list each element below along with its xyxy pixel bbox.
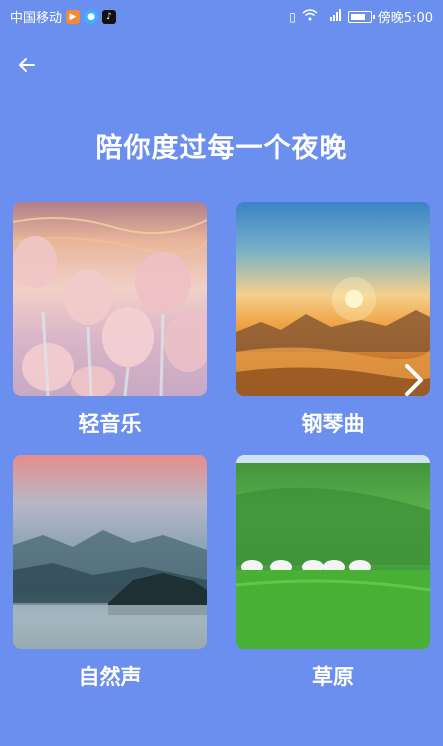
wifi-icon <box>302 9 318 24</box>
next-button[interactable] <box>398 362 430 398</box>
video-app-icon: ▶ <box>66 9 81 24</box>
lake-image <box>13 455 207 649</box>
page-title: 陪你度过每一个夜晚 <box>95 133 348 164</box>
tulips-image <box>13 202 207 396</box>
status-right: ▯ 傍晚5:00 <box>289 7 433 26</box>
category-card-nature[interactable]: 自然声 <box>13 455 207 691</box>
cell-signal-icon <box>324 9 342 24</box>
category-card-grassland[interactable]: 草原 <box>236 455 430 691</box>
grassland-image <box>236 455 430 649</box>
tiktok-app-icon: ♪ <box>102 9 117 24</box>
battery-icon <box>347 10 375 23</box>
card-label: 钢琴曲 <box>301 412 365 436</box>
category-card-piano[interactable]: 钢琴曲 <box>236 202 430 438</box>
carrier-name: 中国移动 <box>10 11 63 26</box>
card-label: 草原 <box>312 665 354 689</box>
vibrate-icon: ▯ <box>289 9 296 24</box>
back-button[interactable] <box>14 52 40 78</box>
status-bar: 中国移动 ▶ ● ♪ ▯ 傍晚5:00 <box>0 0 443 30</box>
clock: 傍晚5:00 <box>377 11 433 26</box>
status-left: 中国移动 ▶ ● ♪ <box>10 7 117 26</box>
chevron-right-icon <box>405 364 423 396</box>
card-label: 轻音乐 <box>78 412 142 436</box>
arrow-left-icon <box>19 58 35 72</box>
browser-app-icon: ● <box>84 9 99 24</box>
category-card-light-music[interactable]: 轻音乐 <box>13 202 207 438</box>
card-label: 自然声 <box>78 665 142 689</box>
